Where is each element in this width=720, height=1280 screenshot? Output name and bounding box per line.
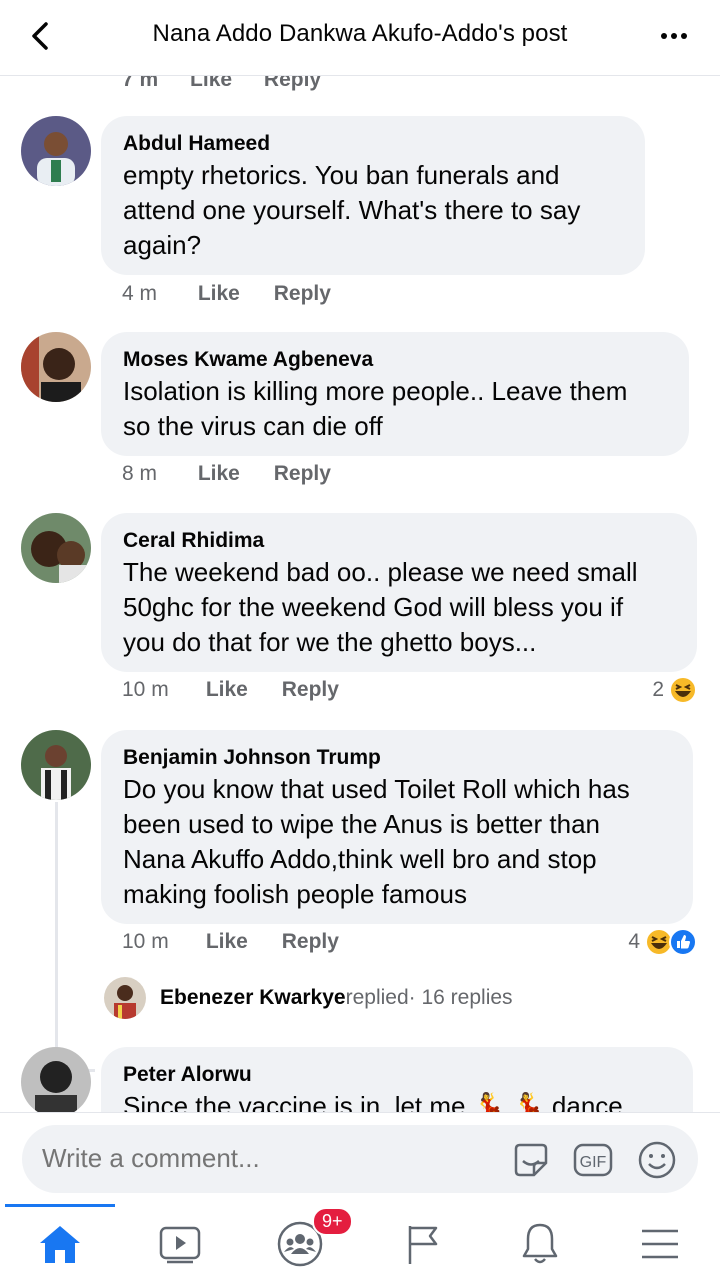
comment-bubble: Moses Kwame Agbeneva Isolation is killin…	[101, 332, 689, 456]
reaction-summary[interactable]: 2	[652, 675, 698, 705]
comments-list: 7 m Like Reply Abdul Hameed empty rhetor…	[0, 60, 720, 1112]
comment-bubble: Abdul Hameed empty rhetorics. You ban fu…	[101, 116, 645, 275]
comment-time: 4 m	[122, 282, 158, 305]
comment-input-container[interactable]: GIF	[22, 1125, 698, 1193]
reaction-count: 4	[628, 930, 640, 953]
avatar	[104, 977, 146, 1019]
comment-text-line: 50ghc for the weekend God will bless you…	[123, 592, 624, 622]
comment-author[interactable]: Abdul Hameed	[123, 130, 623, 158]
comment-text-line: Isolation is killing more people.. Leave…	[123, 376, 628, 406]
comment-author[interactable]: Ceral Rhidima	[123, 527, 675, 555]
more-dots-icon	[661, 33, 687, 39]
page-title: Nana Addo Dankwa Akufo-Addo's post	[152, 20, 568, 47]
comment-bubble: Benjamin Johnson Trump Do you know that …	[101, 730, 693, 924]
sticker-icon[interactable]	[510, 1139, 552, 1181]
active-tab-indicator	[5, 1204, 115, 1207]
comment-composer: GIF	[0, 1112, 720, 1204]
like-link[interactable]: Like	[198, 282, 240, 305]
avatar[interactable]	[21, 730, 91, 800]
comment-meta: 10 m Like Reply	[122, 678, 367, 702]
comment-input[interactable]	[42, 1143, 462, 1174]
reply-link[interactable]: Reply	[282, 678, 339, 701]
reply-link[interactable]: Reply	[274, 462, 331, 485]
like-link[interactable]: Like	[198, 462, 240, 485]
comment-bubble: Ceral Rhidima The weekend bad oo.. pleas…	[101, 513, 697, 672]
comment-text-line: Since the vaccine is in, let me 💃 💃 danc…	[123, 1091, 623, 1112]
tab-menu[interactable]	[630, 1214, 690, 1274]
notification-badge: 9+	[312, 1207, 353, 1236]
reply-author: Ebenezer Kwarkye	[160, 986, 346, 1009]
avatar[interactable]	[21, 116, 91, 186]
avatar[interactable]	[21, 332, 91, 402]
avatar[interactable]	[21, 513, 91, 583]
view-replies-link[interactable]: Ebenezer Kwarkye replied · 16 replies	[104, 976, 513, 1020]
reaction-summary[interactable]: 4	[628, 927, 698, 957]
top-bar: Nana Addo Dankwa Akufo-Addo's post	[0, 0, 720, 76]
comment-time: 10 m	[122, 678, 169, 701]
like-link[interactable]: Like	[206, 678, 248, 701]
comment-author[interactable]: Peter Alorwu	[123, 1061, 671, 1089]
comment-meta: 4 m Like Reply	[122, 282, 359, 306]
comment-author[interactable]: Moses Kwame Agbeneva	[123, 346, 667, 374]
reply-action: replied	[345, 986, 409, 1009]
emoji-icon[interactable]	[636, 1139, 678, 1181]
comment-text-line: attend one yourself. What's there to say	[123, 195, 581, 225]
tab-watch[interactable]	[150, 1214, 210, 1274]
watch-icon	[159, 1226, 201, 1264]
comment-author[interactable]: Benjamin Johnson Trump	[123, 744, 671, 772]
tab-home[interactable]	[30, 1214, 90, 1274]
gif-icon[interactable]: GIF	[572, 1139, 614, 1181]
comment-text-line: been used to wipe the Anus is better tha…	[123, 809, 601, 839]
reaction-count: 2	[652, 678, 664, 701]
comment-text-line: empty rhetorics. You ban funerals and	[123, 160, 560, 190]
tab-notifications[interactable]	[510, 1214, 570, 1274]
comment-text-line: again?	[123, 230, 202, 260]
comment-meta: 10 m Like Reply	[122, 930, 367, 954]
more-options-button[interactable]	[656, 24, 696, 48]
tab-pages[interactable]	[392, 1214, 452, 1274]
like-link[interactable]: Like	[206, 930, 248, 953]
comment-meta: 8 m Like Reply	[122, 462, 359, 486]
reply-link[interactable]: Reply	[282, 930, 339, 953]
thread-line	[55, 802, 95, 1072]
bell-icon	[522, 1223, 558, 1264]
comment-text-line: so the virus can die off	[123, 411, 383, 441]
reply-count: · 16 replies	[408, 986, 513, 1009]
comment-text-line: Nana Akuffo Addo,think well bro and stop	[123, 844, 597, 874]
bottom-navigation: 9+	[0, 1204, 720, 1280]
hamburger-menu-icon	[642, 1229, 678, 1259]
avatar[interactable]	[21, 1047, 91, 1112]
haha-icon	[669, 676, 697, 704]
comment-time: 10 m	[122, 930, 169, 953]
comment-bubble: Peter Alorwu Since the vaccine is in, le…	[101, 1047, 693, 1112]
comment-text-line: The weekend bad oo.. please we need smal…	[123, 557, 638, 587]
like-reaction-icon	[669, 928, 697, 956]
comment-text-line: you do that for we the ghetto boys...	[123, 627, 537, 657]
svg-text:GIF: GIF	[580, 1154, 607, 1171]
comment-time: 8 m	[122, 462, 158, 485]
reply-link[interactable]: Reply	[274, 282, 331, 305]
comment-text-line: making foolish people famous	[123, 879, 467, 909]
pages-flag-icon	[408, 1226, 438, 1264]
home-icon	[40, 1226, 80, 1263]
comment-text-line: Do you know that used Toilet Roll which …	[123, 774, 630, 804]
